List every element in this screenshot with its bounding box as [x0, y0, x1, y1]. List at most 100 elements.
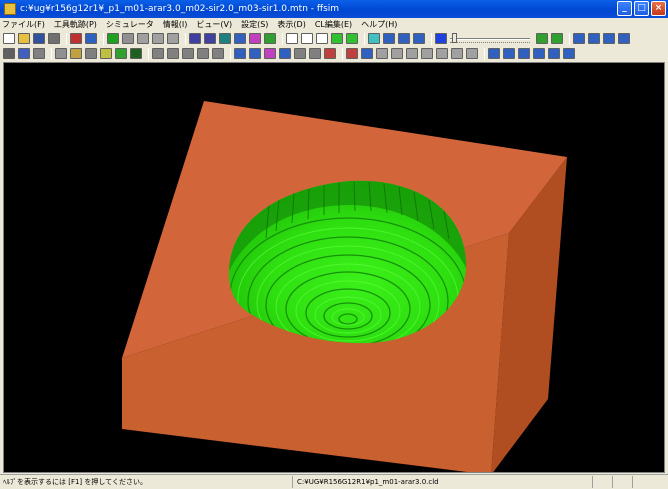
new-file-icon[interactable] — [3, 33, 15, 44]
view-iso-icon[interactable] — [588, 33, 600, 44]
axis-y-icon[interactable] — [503, 48, 515, 59]
axis-z-icon[interactable] — [518, 48, 530, 59]
move-icon[interactable] — [413, 33, 425, 44]
toolbar-separator — [431, 32, 432, 45]
menu-bar: ファイル(F) 工具軌跡(P) シミュレータ 情報(I) ビュー(V) 設定(S… — [0, 18, 668, 31]
draw-5-icon[interactable] — [346, 33, 358, 44]
menu-help[interactable]: ヘルプ(H) — [361, 19, 397, 30]
toolbar-separator — [484, 47, 485, 60]
menu-display[interactable]: 表示(D) — [277, 19, 305, 30]
check-icon[interactable] — [264, 33, 276, 44]
color-1-icon[interactable] — [70, 48, 82, 59]
secondary-toolbar — [0, 46, 668, 61]
fast-forward-icon[interactable] — [435, 33, 447, 44]
panel-4-icon[interactable] — [391, 48, 403, 59]
axis-u-icon[interactable] — [548, 48, 560, 59]
menu-simulator[interactable]: シミュレータ — [106, 19, 154, 30]
axis-x-icon[interactable] — [488, 48, 500, 59]
line-3-icon[interactable] — [182, 48, 194, 59]
cursor-icon[interactable] — [3, 48, 15, 59]
color-4-icon[interactable] — [115, 48, 127, 59]
secondary-toolbar-icons — [3, 47, 578, 60]
table2-icon[interactable] — [249, 48, 261, 59]
window-title: c:¥ug¥r156g12r1¥_p1_m01-arar3.0_m02-sir2… — [20, 4, 340, 14]
select-icon[interactable] — [18, 48, 30, 59]
slider-thumb[interactable] — [452, 33, 457, 43]
draw-4-icon[interactable] — [331, 33, 343, 44]
slider-ticks — [450, 42, 530, 44]
measure-icon[interactable] — [167, 33, 179, 44]
menu-toolpath[interactable]: 工具軌跡(P) — [54, 19, 97, 30]
panel-1-icon[interactable] — [346, 48, 358, 59]
cl2-icon[interactable] — [204, 33, 216, 44]
view-rotate-icon[interactable] — [603, 33, 615, 44]
axis-v-icon[interactable] — [563, 48, 575, 59]
slider-track — [450, 38, 530, 40]
status-cell-3 — [632, 476, 652, 488]
title-bar[interactable]: c:¥ug¥r156g12r1¥_p1_m01-arar3.0_m02-sir2… — [0, 0, 668, 18]
status-cell-1 — [592, 476, 612, 488]
draw-3-icon[interactable] — [316, 33, 328, 44]
toolbar-separator — [282, 32, 283, 45]
draw-2-icon[interactable] — [301, 33, 313, 44]
save-icon[interactable] — [33, 33, 45, 44]
toolbar-separator — [66, 32, 67, 45]
panel-8-icon[interactable] — [451, 48, 463, 59]
menu-file[interactable]: ファイル(F) — [2, 19, 45, 30]
zoom-in-icon[interactable] — [618, 33, 630, 44]
color-3-icon[interactable] — [100, 48, 112, 59]
status-file-path: C:¥UG¥R156G12R1¥p1_m01-arar3.0.cld — [292, 476, 592, 488]
viewport-canvas — [122, 101, 567, 472]
color-5-icon[interactable] — [130, 48, 142, 59]
cl-icon[interactable] — [189, 33, 201, 44]
panel-6-icon[interactable] — [421, 48, 433, 59]
line-1-icon[interactable] — [152, 48, 164, 59]
close-button[interactable]: × — [651, 1, 666, 16]
axis-w-icon[interactable] — [533, 48, 545, 59]
maximize-button[interactable]: □ — [634, 1, 649, 16]
sphere-icon[interactable] — [55, 48, 67, 59]
panel-7-icon[interactable] — [436, 48, 448, 59]
print-icon[interactable] — [48, 33, 60, 44]
panel-9-icon[interactable] — [466, 48, 478, 59]
menu-info[interactable]: 情報(I) — [163, 19, 188, 30]
list-icon[interactable] — [383, 33, 395, 44]
step-icon[interactable] — [137, 33, 149, 44]
open-folder-icon[interactable] — [18, 33, 30, 44]
panel-5-icon[interactable] — [406, 48, 418, 59]
grid2-icon[interactable] — [294, 48, 306, 59]
cut-icon[interactable] — [152, 33, 164, 44]
minimize-button[interactable]: _ — [617, 1, 632, 16]
grid-icon[interactable] — [368, 33, 380, 44]
stop-icon[interactable] — [122, 33, 134, 44]
tool-icon[interactable] — [219, 33, 231, 44]
panel-2-icon[interactable] — [361, 48, 373, 59]
color-2-icon[interactable] — [85, 48, 97, 59]
copy-icon[interactable] — [398, 33, 410, 44]
play-icon[interactable] — [107, 33, 119, 44]
table3-icon[interactable] — [264, 48, 276, 59]
toolpath-view-icon[interactable] — [70, 33, 82, 44]
view-fit-icon[interactable] — [573, 33, 585, 44]
grid3-icon[interactable] — [309, 48, 321, 59]
holder-icon[interactable] — [234, 33, 246, 44]
filter-icon[interactable] — [33, 48, 45, 59]
material-green-icon[interactable] — [536, 33, 548, 44]
simulation-viewport[interactable] — [3, 62, 665, 473]
material-red-icon[interactable] — [551, 33, 563, 44]
menu-cl-edit[interactable]: CL編集(E) — [315, 19, 352, 30]
draw-1-icon[interactable] — [286, 33, 298, 44]
line-2-icon[interactable] — [167, 48, 179, 59]
remove-icon[interactable] — [324, 48, 336, 59]
menu-settings[interactable]: 設定(S) — [241, 19, 268, 30]
material-view-icon[interactable] — [85, 33, 97, 44]
table-icon[interactable] — [234, 48, 246, 59]
speed-slider[interactable] — [450, 33, 530, 44]
main-toolbar-left — [3, 32, 450, 45]
funnel-icon[interactable] — [279, 48, 291, 59]
stop2-icon[interactable] — [212, 48, 224, 59]
panel-3-icon[interactable] — [376, 48, 388, 59]
menu-view[interactable]: ビュー(V) — [196, 19, 232, 30]
collision-icon[interactable] — [249, 33, 261, 44]
next-icon[interactable] — [197, 48, 209, 59]
